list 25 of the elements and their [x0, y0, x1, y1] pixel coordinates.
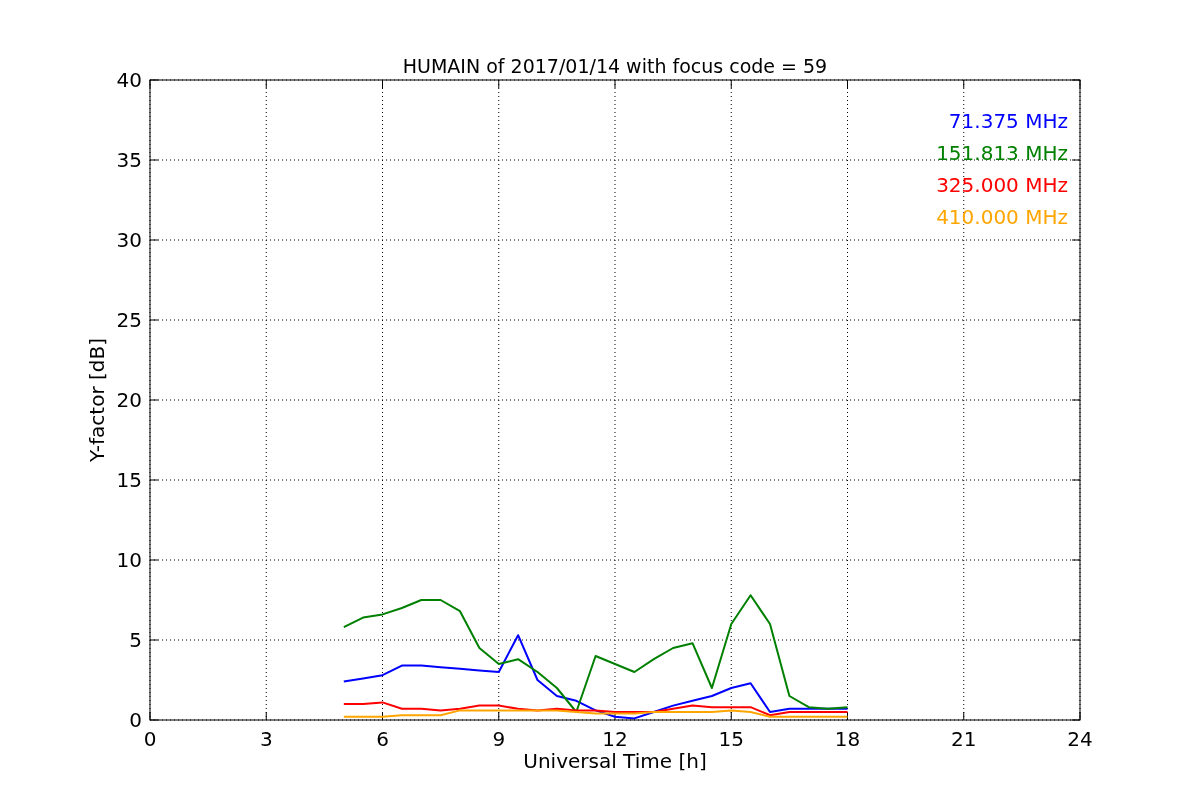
tick-label: 15: [116, 468, 142, 492]
tick-label: 30: [116, 228, 142, 252]
tick-label: 40: [116, 68, 142, 92]
y-axis-label: Y-factor [dB]: [85, 338, 109, 462]
legend-label: 325.000 MHz: [936, 173, 1068, 197]
legend-label: 151.813 MHz: [936, 141, 1068, 165]
tick-label: 18: [834, 727, 861, 751]
tick-label: 12: [602, 727, 628, 751]
tick-label: 35: [116, 148, 142, 172]
tick-label: 0: [129, 708, 142, 732]
x-axis-label: Universal Time [h]: [523, 749, 707, 773]
tick-label: 6: [376, 727, 389, 751]
tick-label: 0: [143, 727, 157, 751]
legend-label: 410.000 MHz: [936, 205, 1068, 229]
tick-label: 24: [1067, 727, 1093, 751]
legend-label: 71.375 MHz: [948, 109, 1068, 133]
tick-label: 3: [259, 727, 273, 751]
tick-label: 15: [718, 727, 744, 751]
tick-label: 20: [116, 388, 142, 412]
tick-label: 9: [492, 727, 506, 751]
tick-label: 25: [116, 308, 142, 332]
tick-label: 5: [129, 628, 142, 652]
chart-title: HUMAIN of 2017/01/14 with focus code = 59: [402, 55, 828, 77]
tick-label: 21: [951, 727, 977, 751]
tick-label: 10: [116, 548, 142, 572]
